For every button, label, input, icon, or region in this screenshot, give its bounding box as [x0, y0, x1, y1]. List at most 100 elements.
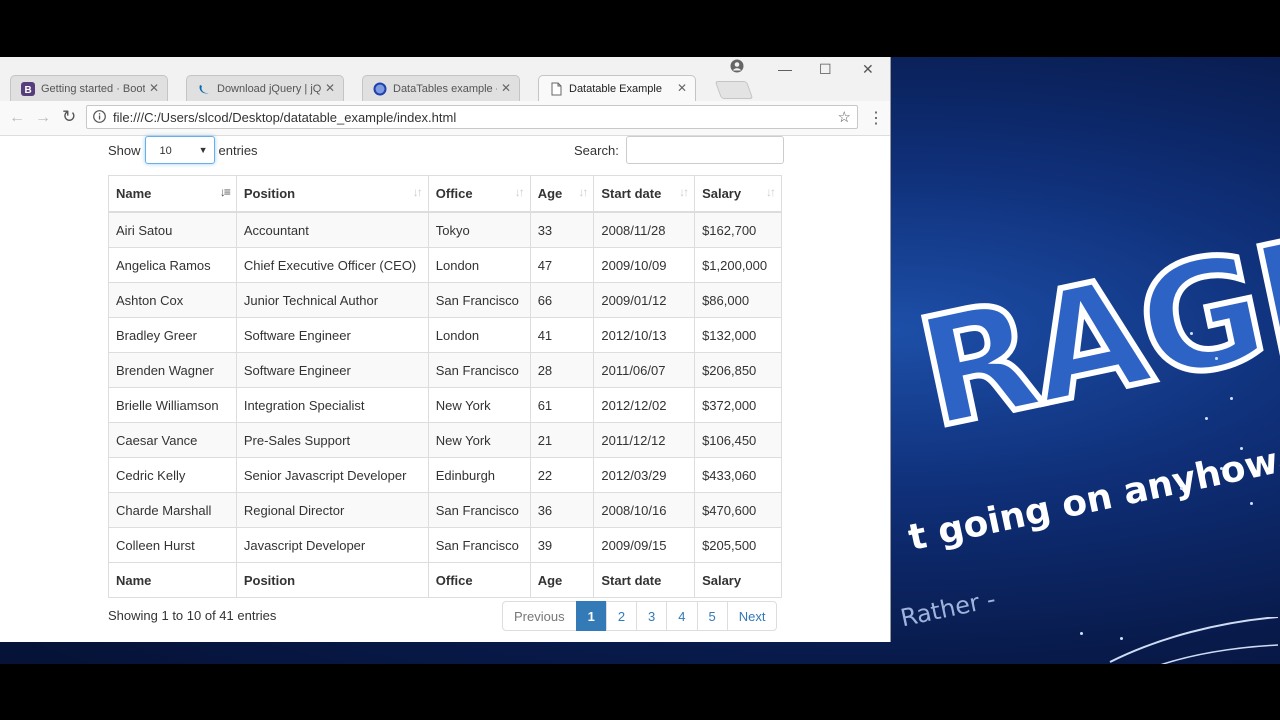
data-table: Name ↓≡ Position ↓↑ Office ↓↑ Age ↓↑ Start date ↓…: [108, 175, 782, 598]
url-text[interactable]: file:///C:/Users/slcod/Desktop/datatable…: [113, 110, 456, 125]
table-cell: Caesar Vance: [108, 422, 237, 458]
info-icon[interactable]: [93, 110, 106, 123]
bookmark-star-icon[interactable]: ☆: [838, 108, 851, 126]
tab-datatable-example[interactable]: Datatable Example ✕: [538, 75, 696, 102]
table-cell: 2009/01/12: [593, 282, 696, 318]
forward-icon[interactable]: →: [35, 109, 51, 127]
table-cell: 66: [529, 282, 595, 318]
table-row: Ashton Cox Junior Technical Author San Fra…: [108, 282, 782, 318]
next-button[interactable]: Next: [726, 601, 778, 631]
close-window-icon[interactable]: ✕: [862, 61, 874, 78]
column-header[interactable]: Name ↓≡: [108, 175, 237, 213]
browser-toolbar: ← → ↻ file:///C:/Users/slcod/Desktop/dat…: [0, 101, 890, 136]
table-cell: London: [427, 247, 531, 283]
column-header-label: Office: [435, 186, 473, 201]
table-cell: San Francisco: [427, 352, 531, 388]
tab-label: Datatable Example: [569, 83, 662, 95]
table-cell: 2009/10/09: [593, 247, 696, 283]
table-cell: 2012/10/13: [593, 317, 696, 353]
column-header[interactable]: Age ↓↑: [529, 175, 595, 213]
table-info: Showing 1 to 10 of 41 entries: [108, 608, 277, 623]
maximize-icon[interactable]: ☐: [819, 61, 832, 78]
column-footer: Salary: [694, 562, 782, 598]
close-icon[interactable]: ✕: [149, 81, 159, 95]
close-icon[interactable]: ✕: [325, 81, 335, 95]
close-icon[interactable]: ✕: [677, 81, 687, 95]
table-row: Airi Satou Accountant Tokyo 33 2008/11/28 $16…: [108, 211, 782, 248]
column-header[interactable]: Office ↓↑: [427, 175, 531, 213]
table-cell: Javascript Developer: [235, 527, 429, 563]
profile-icon[interactable]: [730, 59, 744, 73]
menu-icon[interactable]: ⋮: [868, 108, 884, 128]
table-footer-row: Name Position Office Age Start date Salary: [108, 562, 782, 598]
table-cell: Brenden Wagner: [108, 352, 237, 388]
new-tab-button[interactable]: [714, 81, 754, 99]
column-header[interactable]: Salary ↓↑: [694, 175, 782, 213]
page-button-4[interactable]: 4: [666, 601, 698, 631]
table-cell: New York: [427, 422, 531, 458]
table-cell: 61: [529, 387, 595, 423]
column-header[interactable]: Start date ↓↑: [593, 175, 696, 213]
table-cell: $162,700: [694, 211, 782, 248]
page-button-5[interactable]: 5: [696, 601, 728, 631]
column-header-label: Age: [537, 186, 563, 201]
jquery-icon: [199, 85, 209, 94]
table-cell: 39: [529, 527, 595, 563]
table-cell: 2008/10/16: [593, 492, 696, 528]
page-button-3[interactable]: 3: [636, 601, 668, 631]
table-cell: 22: [529, 457, 595, 493]
table-cell: 2008/11/28: [593, 211, 696, 248]
page-button-2[interactable]: 2: [605, 601, 638, 631]
svg-text:B: B: [25, 85, 32, 96]
table-cell: Cedric Kelly: [108, 457, 237, 493]
tab-label: DataTables example - Bo: [393, 82, 497, 95]
table-row: Brenden Wagner Software Engineer San Franc…: [108, 352, 782, 388]
table-cell: $433,060: [694, 457, 782, 493]
table-row: Brielle Williamson Integration Specialist…: [108, 387, 782, 423]
sort-both-icon: ↓↑: [578, 185, 588, 199]
table-cell: 28: [529, 352, 595, 388]
table-cell: London: [427, 317, 531, 353]
tab-label: Download jQuery | jQuer: [217, 82, 321, 95]
table-cell: 2012/03/29: [593, 457, 696, 493]
table-cell: Brielle Williamson: [108, 387, 237, 423]
tab-jquery[interactable]: Download jQuery | jQuer ✕: [186, 75, 344, 101]
close-icon[interactable]: ✕: [501, 81, 511, 95]
table-cell: Regional Director: [235, 492, 429, 528]
table-cell: 2009/09/15: [593, 527, 696, 563]
table-row: Charde Marshall Regional Director San Fran…: [108, 492, 782, 528]
previous-button[interactable]: Previous: [502, 601, 577, 631]
column-header-label: Name: [116, 186, 152, 201]
column-header[interactable]: Position ↓↑: [235, 175, 429, 213]
page-icon: [551, 82, 562, 96]
entries-label: entries: [218, 142, 258, 158]
tab-strip: B Getting started · Bootstr ✕ Download j…: [0, 57, 890, 102]
table-cell: $1,200,000: [694, 247, 782, 283]
bootstrap-icon: B: [21, 82, 35, 96]
sort-ascending-icon: ↓≡: [219, 185, 231, 199]
table-cell: Accountant: [235, 211, 429, 248]
entries-select[interactable]: 10 ▼: [144, 136, 215, 164]
minimize-icon[interactable]: —: [778, 61, 792, 77]
table-row: Cedric Kelly Senior Javascript Developer E…: [108, 457, 782, 493]
reload-icon[interactable]: ↻: [62, 107, 76, 127]
back-icon[interactable]: ←: [9, 109, 25, 127]
sort-both-icon: ↓↑: [514, 185, 525, 199]
search-label: Search:: [574, 142, 619, 158]
datatables-icon: [373, 82, 387, 96]
tab-bootstrap[interactable]: B Getting started · Bootstr ✕: [10, 75, 168, 101]
page-button-1[interactable]: 1: [575, 601, 607, 631]
address-bar[interactable]: file:///C:/Users/slcod/Desktop/datatable…: [86, 105, 858, 129]
table-cell: Software Engineer: [235, 352, 429, 388]
table-cell: Angelica Ramos: [108, 247, 237, 283]
sort-both-icon: ↓↑: [412, 185, 423, 199]
wallpaper-author: Rather -: [898, 584, 999, 633]
tab-datatables[interactable]: DataTables example - Bo ✕: [362, 75, 520, 101]
table-cell: Charde Marshall: [108, 492, 237, 528]
chevron-down-icon: ▼: [198, 145, 208, 155]
search-input[interactable]: [625, 136, 784, 164]
table-cell: $372,000: [694, 387, 782, 423]
column-footer: Position: [235, 562, 429, 598]
table-cell: Ashton Cox: [108, 282, 237, 318]
table-cell: Edinburgh: [427, 457, 531, 493]
